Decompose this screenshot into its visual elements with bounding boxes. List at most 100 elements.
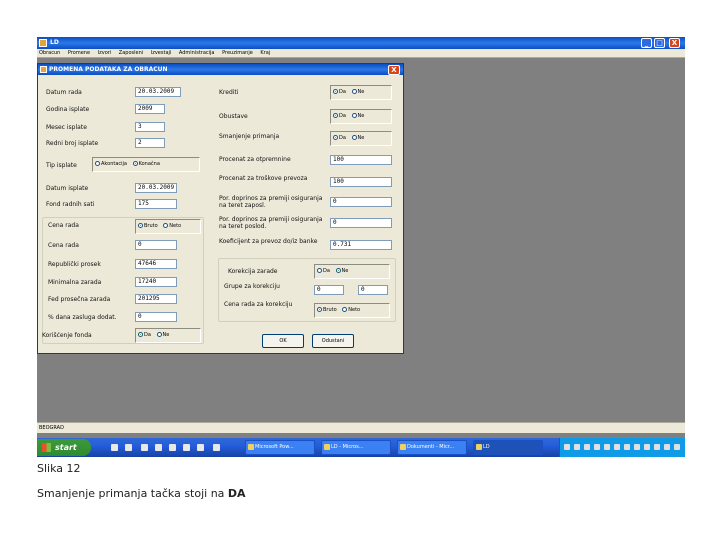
radio-krediti-da[interactable]: Da <box>333 86 346 99</box>
menu-administracija[interactable]: Administracija <box>179 50 215 56</box>
menu-kraj[interactable]: Kraj <box>260 50 270 56</box>
input-por-doprinos-poslod[interactable]: 0 <box>330 218 392 228</box>
quicklaunch-ie-icon[interactable] <box>125 444 132 451</box>
radio-group-korekcija-zarade: Da Ne <box>314 264 390 279</box>
quicklaunch-outlook-icon[interactable] <box>141 444 148 451</box>
close-button[interactable]: X <box>669 38 680 48</box>
input-cena-rada[interactable]: 0 <box>135 240 177 250</box>
input-koeficijent[interactable]: 0.731 <box>330 240 392 250</box>
label-mesec-isplate: Mesec isplate <box>46 124 87 131</box>
quicklaunch-explorer-icon[interactable] <box>169 444 176 451</box>
task-ld-word[interactable]: LD - Micros... <box>321 440 391 455</box>
quicklaunch-more-icon[interactable] <box>213 444 220 451</box>
minimize-button[interactable]: _ <box>641 38 652 48</box>
task-dokumenti[interactable]: Dokumenti - Micr... <box>397 440 467 455</box>
input-minimalna-zarada[interactable]: 17240 <box>135 277 177 287</box>
radio-icon <box>95 161 100 166</box>
tray-icon-1[interactable] <box>564 444 570 450</box>
radio-group-koriscenje-fonda: Da Ne <box>135 328 201 343</box>
radio-bruto[interactable]: Bruto <box>138 220 158 233</box>
radio-akontacija[interactable]: Akontacija <box>95 158 127 171</box>
input-redni-broj-isplate[interactable]: 2 <box>135 138 165 148</box>
input-datum-isplate[interactable]: 20.03.2009 <box>135 183 177 193</box>
label-fond-sati: Fond radnih sati <box>46 201 95 208</box>
dialog-close-button[interactable]: X <box>388 65 400 75</box>
dialog-promena-podataka: PROMENA PODATAKA ZA OBRACUN X Datum rada… <box>37 63 404 354</box>
radio-korekcija-da[interactable]: Da <box>317 265 330 278</box>
label-republicki-prosek: Republički prosek <box>48 261 101 268</box>
radio-icon <box>351 89 357 94</box>
radio-korekcija-bruto[interactable]: Bruto <box>317 304 337 317</box>
radio-smanjenje-da[interactable]: Da <box>333 132 346 145</box>
menu-preuzimanje[interactable]: Preuzimanje <box>222 50 253 56</box>
label-procenat-prvi: Procenat za otpremnine <box>219 156 291 163</box>
radio-obustave-da[interactable]: Da <box>333 110 346 123</box>
menu-izvestaji[interactable]: Izvestaji <box>151 50 172 56</box>
tray-icon-2[interactable] <box>574 444 580 450</box>
radio-obustave-ne[interactable]: Ne <box>351 110 364 123</box>
app-title-bar[interactable]: LD _ □ X <box>37 37 685 49</box>
input-por-doprinos-zaposl[interactable]: 0 <box>330 197 392 207</box>
radio-krediti-ne[interactable]: Ne <box>351 86 364 99</box>
tray-icon-11[interactable] <box>664 444 670 450</box>
quicklaunch-desktop-icon[interactable] <box>111 444 118 451</box>
input-grupe-korekcija-b[interactable]: 0 <box>358 285 388 295</box>
label-por-doprinos-zaposl: Por. doprinos za premiji osiguranja na t… <box>219 195 323 209</box>
radio-selected-icon <box>138 223 143 228</box>
label-godina-isplate: Godina isplate <box>46 106 90 113</box>
radio-icon <box>351 113 357 118</box>
tray-icon-7[interactable] <box>624 444 630 450</box>
radio-group-tip-isplate: Akontacija Konačna <box>92 157 200 172</box>
dialog-title-bar[interactable]: PROMENA PODATAKA ZA OBRACUN X <box>38 64 403 75</box>
windows-flag-icon <box>42 443 51 452</box>
start-label: start <box>55 443 77 452</box>
quicklaunch-other-icon[interactable] <box>197 444 204 451</box>
input-datum-rada[interactable]: 20.03.2009 <box>135 87 181 97</box>
label-grupe-korekcija: Grupe za korekciju <box>224 283 280 290</box>
tray-icon-9[interactable] <box>644 444 650 450</box>
menu-bar: Obracun Promene Izvori Zaposleni Izvesta… <box>37 49 685 58</box>
radio-konacna[interactable]: Konačna <box>132 158 160 171</box>
cancel-button[interactable]: Odustani <box>312 334 354 348</box>
input-godina-isplate[interactable]: 2009 <box>135 104 165 114</box>
radio-fond-da[interactable]: Da <box>138 329 151 342</box>
input-dana-zasluga[interactable]: 0 <box>135 312 177 322</box>
task-ld[interactable]: LD <box>473 440 543 455</box>
tray-icon-6[interactable] <box>614 444 620 450</box>
label-datum-isplate: Datum isplate <box>46 185 89 192</box>
tray-icon-10[interactable] <box>654 444 660 450</box>
menu-obracun[interactable]: Obracun <box>39 50 60 56</box>
label-cena-rada: Cena rada <box>48 242 79 249</box>
radio-selected-icon <box>132 161 138 166</box>
radio-selected-icon <box>333 135 338 140</box>
radio-selected-icon <box>333 89 338 94</box>
input-republicki-prosek[interactable]: 47646 <box>135 259 177 269</box>
radio-neto[interactable]: Neto <box>163 220 181 233</box>
taskbar: start Microsoft Pow... LD - Micros... Do… <box>37 438 685 457</box>
input-fed-prosecna-zarada[interactable]: 201295 <box>135 294 177 304</box>
restore-button[interactable]: □ <box>654 38 665 48</box>
ok-button[interactable]: OK <box>262 334 304 348</box>
quicklaunch-media-icon[interactable] <box>155 444 162 451</box>
tray-icon-12[interactable] <box>674 444 680 450</box>
input-procenat-prvi[interactable]: 100 <box>330 155 392 165</box>
menu-promene[interactable]: Promene <box>68 50 90 56</box>
tray-icon-3[interactable] <box>584 444 590 450</box>
radio-fond-ne[interactable]: Ne <box>156 329 169 342</box>
radio-korekcija-ne[interactable]: Ne <box>335 265 348 278</box>
input-grupe-korekcija-a[interactable]: 0 <box>314 285 344 295</box>
task-powerpoint[interactable]: Microsoft Pow... <box>245 440 315 455</box>
menu-izvori[interactable]: Izvori <box>98 50 112 56</box>
input-fond-sati[interactable]: 175 <box>135 199 177 209</box>
input-procenat-drugi[interactable]: 100 <box>330 177 392 187</box>
radio-group-krediti: Da Ne <box>330 85 392 100</box>
input-mesec-isplate[interactable]: 3 <box>135 122 165 132</box>
radio-smanjenje-ne[interactable]: Ne <box>351 132 364 145</box>
start-button[interactable]: start <box>37 439 91 456</box>
tray-icon-4[interactable] <box>594 444 600 450</box>
quicklaunch-word-icon[interactable] <box>183 444 190 451</box>
menu-zaposleni[interactable]: Zaposleni <box>119 50 143 56</box>
tray-icon-8[interactable] <box>634 444 640 450</box>
tray-icon-5[interactable] <box>604 444 610 450</box>
radio-korekcija-neto[interactable]: Neto <box>342 304 360 317</box>
